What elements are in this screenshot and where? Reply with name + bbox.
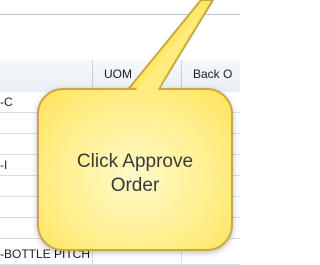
header-divider [0,14,240,15]
row-cell-text: -I [0,158,8,172]
column-header-uom[interactable]: UOM [104,67,132,81]
row-cell-text: -C [0,95,13,109]
column-header-back-order[interactable]: Back O [193,67,232,81]
app-screen: UOM Back O -C -I -BOTTLE PITCH Click App… [0,0,240,265]
callout-message: Click Approve Order [76,151,194,196]
